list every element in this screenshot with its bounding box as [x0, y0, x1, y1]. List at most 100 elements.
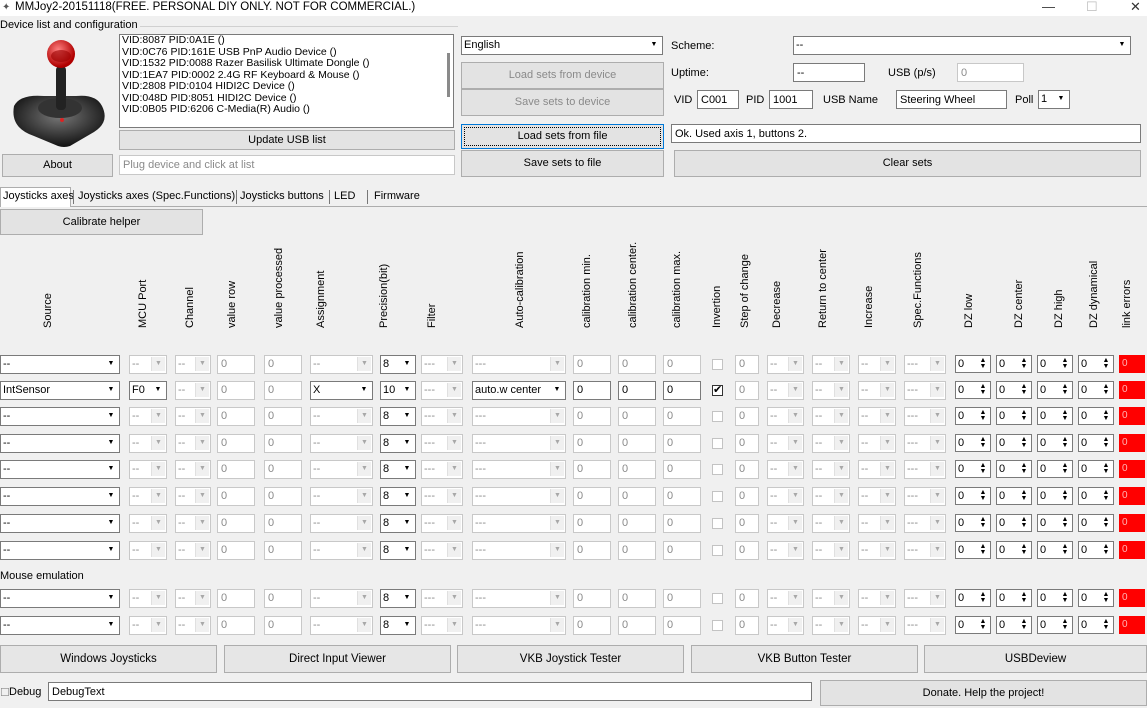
cell-select[interactable]: -- ▼: [310, 541, 373, 560]
spinner-arrows-icon[interactable]: ▲ ▼: [1059, 618, 1071, 632]
spinner-arrows-icon[interactable]: ▲ ▼: [977, 436, 989, 450]
cell-select[interactable]: --- ▼: [904, 460, 946, 479]
spinner-arrows-icon[interactable]: ▲ ▼: [1100, 383, 1112, 397]
cell-select[interactable]: -- ▼: [858, 487, 896, 506]
tab-firmware[interactable]: Firmware: [372, 188, 424, 206]
cell-select[interactable]: --- ▼: [904, 589, 946, 608]
spinner-arrows-icon[interactable]: ▲ ▼: [1018, 489, 1030, 503]
cell-field[interactable]: 0: [663, 514, 701, 533]
deadzone-spinner[interactable]: 0 ▲ ▼: [955, 541, 991, 559]
invert-checkbox[interactable]: [712, 438, 723, 449]
device-list-item[interactable]: VID:2808 PID:0104 HIDI2C Device (): [120, 80, 453, 93]
deadzone-spinner[interactable]: 0 ▲ ▼: [1078, 616, 1114, 634]
deadzone-spinner[interactable]: 0 ▲ ▼: [1037, 460, 1073, 478]
spinner-arrows-icon[interactable]: ▲ ▼: [1100, 462, 1112, 476]
cell-select[interactable]: -- ▼: [812, 514, 850, 533]
cell-select[interactable]: -- ▼: [175, 407, 211, 426]
language-select[interactable]: English ▼: [461, 36, 663, 55]
cell-select[interactable]: -- ▼: [767, 514, 804, 533]
cell-select[interactable]: -- ▼: [858, 514, 896, 533]
spinner-arrows-icon[interactable]: ▲ ▼: [1059, 489, 1071, 503]
cell-field[interactable]: 0: [735, 434, 759, 453]
cell-field[interactable]: 0: [735, 589, 759, 608]
cell-select[interactable]: IntSensor ▼: [0, 381, 120, 400]
tab-led[interactable]: LED: [332, 188, 365, 206]
cell-select[interactable]: --- ▼: [472, 355, 566, 374]
vkb-joystick-tester-button[interactable]: VKB Joystick Tester: [457, 645, 684, 673]
deadzone-spinner[interactable]: 0 ▲ ▼: [1037, 514, 1073, 532]
cell-select[interactable]: -- ▼: [858, 434, 896, 453]
vkb-button-tester-button[interactable]: VKB Button Tester: [691, 645, 918, 673]
deadzone-spinner[interactable]: 0 ▲ ▼: [996, 589, 1032, 607]
deadzone-spinner[interactable]: 0 ▲ ▼: [1078, 407, 1114, 425]
deadzone-spinner[interactable]: 0 ▲ ▼: [1037, 589, 1073, 607]
cell-select[interactable]: -- ▼: [812, 381, 850, 400]
clear-sets-button[interactable]: Clear sets: [674, 150, 1141, 177]
invert-checkbox[interactable]: [712, 383, 723, 397]
cell-select[interactable]: -- ▼: [129, 460, 167, 479]
cell-select[interactable]: 8 ▼: [380, 589, 416, 608]
cell-select[interactable]: -- ▼: [812, 589, 850, 608]
deadzone-spinner[interactable]: 0 ▲ ▼: [1037, 616, 1073, 634]
cell-select[interactable]: --- ▼: [421, 434, 463, 453]
deadzone-spinner[interactable]: 0 ▲ ▼: [1078, 541, 1114, 559]
save-to-file-button[interactable]: Save sets to file: [461, 150, 664, 177]
cell-field[interactable]: 0: [618, 381, 656, 400]
deadzone-spinner[interactable]: 0 ▲ ▼: [1078, 355, 1114, 373]
deadzone-spinner[interactable]: 0 ▲ ▼: [1037, 407, 1073, 425]
deadzone-spinner[interactable]: 0 ▲ ▼: [996, 381, 1032, 399]
cell-field[interactable]: 0: [573, 434, 611, 453]
deadzone-spinner[interactable]: 0 ▲ ▼: [996, 460, 1032, 478]
cell-select[interactable]: -- ▼: [0, 616, 120, 635]
cell-select[interactable]: --- ▼: [472, 514, 566, 533]
cell-select[interactable]: X ▼: [310, 381, 373, 400]
spinner-arrows-icon[interactable]: ▲ ▼: [1059, 436, 1071, 450]
cell-select[interactable]: auto.w center ▼: [472, 381, 566, 400]
spinner-arrows-icon[interactable]: ▲ ▼: [1059, 543, 1071, 557]
cell-select[interactable]: -- ▼: [310, 460, 373, 479]
spinner-arrows-icon[interactable]: ▲ ▼: [1018, 516, 1030, 530]
spinner-arrows-icon[interactable]: ▲ ▼: [1059, 516, 1071, 530]
cell-select[interactable]: --- ▼: [421, 616, 463, 635]
deadzone-spinner[interactable]: 0 ▲ ▼: [955, 381, 991, 399]
cell-field[interactable]: 0: [573, 407, 611, 426]
deadzone-spinner[interactable]: 0 ▲ ▼: [955, 514, 991, 532]
cell-select[interactable]: 8 ▼: [380, 355, 416, 374]
cell-select[interactable]: -- ▼: [175, 589, 211, 608]
cell-field[interactable]: 0: [573, 460, 611, 479]
spinner-arrows-icon[interactable]: ▲ ▼: [977, 618, 989, 632]
cell-field[interactable]: 0: [573, 355, 611, 374]
cell-select[interactable]: --- ▼: [904, 514, 946, 533]
cell-select[interactable]: -- ▼: [812, 460, 850, 479]
spinner-arrows-icon[interactable]: ▲ ▼: [1018, 543, 1030, 557]
invert-checkbox[interactable]: [712, 620, 723, 631]
uptime-field[interactable]: --: [793, 63, 865, 82]
cell-select[interactable]: -- ▼: [129, 616, 167, 635]
spinner-arrows-icon[interactable]: ▲ ▼: [977, 409, 989, 423]
spinner-arrows-icon[interactable]: ▲ ▼: [1100, 357, 1112, 371]
cell-field[interactable]: 0: [217, 434, 255, 453]
cell-select[interactable]: 10 ▼: [380, 381, 416, 400]
cell-select[interactable]: --- ▼: [421, 541, 463, 560]
cell-select[interactable]: -- ▼: [812, 616, 850, 635]
device-list[interactable]: VID:8087 PID:0A1E () VID:0C76 PID:161E US…: [119, 34, 454, 128]
cell-field[interactable]: 0: [618, 460, 656, 479]
cell-select[interactable]: -- ▼: [175, 434, 211, 453]
cell-field[interactable]: 0: [573, 514, 611, 533]
cell-select[interactable]: -- ▼: [767, 541, 804, 560]
spinner-arrows-icon[interactable]: ▲ ▼: [1100, 436, 1112, 450]
cell-select[interactable]: -- ▼: [767, 381, 804, 400]
cell-field[interactable]: 0: [217, 616, 255, 635]
cell-select[interactable]: --- ▼: [472, 407, 566, 426]
invert-checkbox[interactable]: [712, 545, 723, 556]
cell-select[interactable]: -- ▼: [858, 541, 896, 560]
spinner-arrows-icon[interactable]: ▲ ▼: [1018, 618, 1030, 632]
cell-select[interactable]: --- ▼: [472, 434, 566, 453]
cell-field[interactable]: 0: [663, 407, 701, 426]
cell-select[interactable]: --- ▼: [472, 589, 566, 608]
cell-field[interactable]: 0: [663, 487, 701, 506]
cell-select[interactable]: -- ▼: [812, 487, 850, 506]
pid-field[interactable]: 1001: [769, 90, 813, 109]
spinner-arrows-icon[interactable]: ▲ ▼: [1100, 591, 1112, 605]
cell-select[interactable]: -- ▼: [0, 514, 120, 533]
